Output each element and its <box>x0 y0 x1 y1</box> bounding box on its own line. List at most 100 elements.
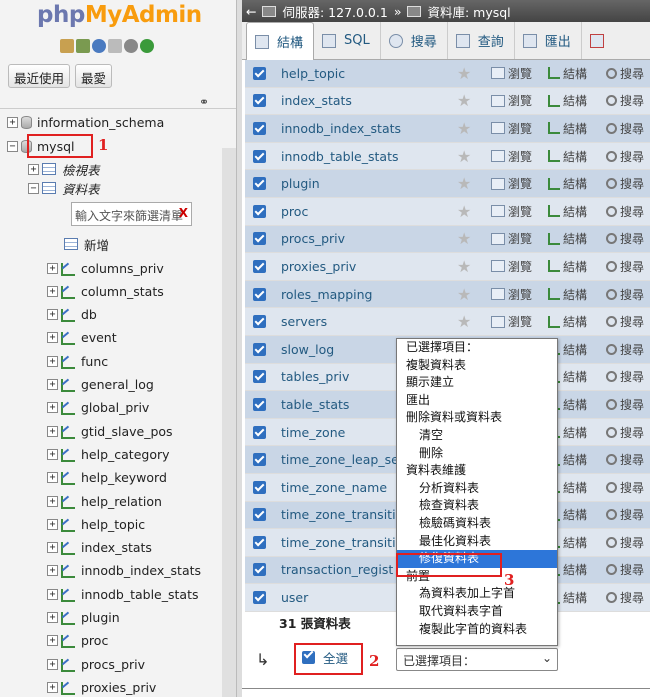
expand-icon[interactable]: + <box>47 285 58 297</box>
browse-action[interactable]: 瀏覽 <box>491 92 532 109</box>
sidebar-table-item[interactable]: + innodb_index_stats <box>47 560 201 582</box>
row-checkbox[interactable] <box>253 66 266 80</box>
structure-action[interactable]: 結構 <box>548 286 587 303</box>
search-action[interactable]: 搜尋 <box>606 65 644 82</box>
tables-label[interactable]: 資料表 <box>62 179 100 198</box>
expand-icon[interactable]: + <box>47 425 58 437</box>
favorite-star-icon[interactable]: ★ <box>457 174 471 193</box>
tab-search[interactable]: 搜尋 <box>381 22 448 59</box>
tab-sql[interactable]: SQL <box>314 22 381 59</box>
row-checkbox[interactable] <box>253 342 266 356</box>
reload-icon[interactable] <box>140 39 154 53</box>
search-action[interactable]: 搜尋 <box>606 451 644 468</box>
breadcrumb-database[interactable]: 資料庫: mysql <box>427 2 510 21</box>
structure-action[interactable]: 結構 <box>548 230 587 247</box>
table-name-link[interactable]: servers <box>281 314 327 329</box>
tab-query[interactable]: 查詢 <box>448 22 515 59</box>
expand-icon[interactable]: + <box>47 681 58 693</box>
search-action[interactable]: 搜尋 <box>606 286 644 303</box>
browse-action[interactable]: 瀏覽 <box>491 203 532 220</box>
search-action[interactable]: 搜尋 <box>606 148 644 165</box>
logout-icon[interactable] <box>76 39 90 53</box>
table-name[interactable]: proxies_priv <box>81 680 156 695</box>
sidebar-table-item[interactable]: + proxies_priv <box>47 676 156 697</box>
table-name[interactable]: help_category <box>81 447 170 462</box>
sidebar-table-item[interactable]: + index_stats <box>47 537 152 559</box>
row-checkbox[interactable] <box>253 453 266 467</box>
db-node-information-schema[interactable]: + information_schema <box>7 111 164 133</box>
dropdown-option[interactable]: 刪除 <box>397 445 557 463</box>
favorite-star-icon[interactable]: ★ <box>457 64 471 83</box>
expand-icon[interactable]: + <box>28 163 39 175</box>
table-name-link[interactable]: plugin <box>281 176 320 191</box>
search-action[interactable]: 搜尋 <box>606 341 644 358</box>
dropdown-option[interactable]: 顯示建立 <box>397 374 557 392</box>
home-icon[interactable] <box>60 39 74 53</box>
table-name-link[interactable]: slow_log <box>281 342 334 357</box>
row-checkbox[interactable] <box>253 204 266 218</box>
table-name-link[interactable]: time_zone_leap_se <box>281 452 399 467</box>
browse-action[interactable]: 瀏覽 <box>491 258 532 275</box>
search-action[interactable]: 搜尋 <box>606 203 644 220</box>
clear-filter-icon[interactable]: X <box>179 206 188 220</box>
expand-icon[interactable]: + <box>47 448 58 460</box>
table-name-link[interactable]: help_topic <box>281 66 345 81</box>
row-checkbox[interactable] <box>253 315 266 329</box>
expand-icon[interactable]: + <box>47 495 58 507</box>
table-name-link[interactable]: procs_priv <box>281 231 345 246</box>
help-icon[interactable] <box>92 39 106 53</box>
dropdown-option[interactable]: 資料表維護 <box>397 462 557 480</box>
expand-icon[interactable]: + <box>7 116 18 128</box>
sidebar-table-item[interactable]: + func <box>47 350 108 372</box>
dropdown-option[interactable]: 最佳化資料表 <box>397 533 557 551</box>
table-name-link[interactable]: innodb_index_stats <box>281 121 401 136</box>
favorite-star-icon[interactable]: ★ <box>457 119 471 138</box>
sidebar-table-item[interactable]: + procs_priv <box>47 653 145 675</box>
db-name[interactable]: information_schema <box>37 115 164 130</box>
favorite-star-icon[interactable]: ★ <box>457 257 471 276</box>
dropdown-option[interactable]: 取代資料表字首 <box>397 603 557 621</box>
favorite-star-icon[interactable]: ★ <box>457 202 471 221</box>
search-action[interactable]: 搜尋 <box>606 396 644 413</box>
table-name[interactable]: db <box>81 307 97 322</box>
favorites-button[interactable]: 最愛 <box>75 64 113 88</box>
expand-icon[interactable]: + <box>47 518 58 530</box>
row-checkbox[interactable] <box>253 177 266 191</box>
favorite-star-icon[interactable]: ★ <box>457 285 471 304</box>
settings-icon[interactable] <box>124 39 138 53</box>
expand-icon[interactable]: + <box>47 635 58 647</box>
table-name-link[interactable]: time_zone_transiti <box>281 535 396 550</box>
table-name[interactable]: func <box>81 354 108 369</box>
table-name-link[interactable]: time_zone_transiti <box>281 507 396 522</box>
new-label[interactable]: 新增 <box>84 235 109 254</box>
tables-node[interactable]: − 資料表 <box>28 177 100 199</box>
docs-icon[interactable] <box>108 39 122 53</box>
row-checkbox[interactable] <box>253 563 266 577</box>
expand-icon[interactable]: + <box>47 658 58 670</box>
row-checkbox[interactable] <box>253 121 266 135</box>
table-name[interactable]: innodb_index_stats <box>81 563 201 578</box>
expand-icon[interactable]: + <box>47 402 58 414</box>
collapse-icon[interactable]: − <box>28 182 39 194</box>
favorite-star-icon[interactable]: ★ <box>457 91 471 110</box>
dropdown-option[interactable]: 已選擇項目： <box>397 339 557 357</box>
phpmyadmin-logo[interactable]: phpMyAdmin <box>37 2 202 28</box>
structure-action[interactable]: 結構 <box>548 65 587 82</box>
sidebar-table-item[interactable]: + plugin <box>47 607 120 629</box>
browse-action[interactable]: 瀏覽 <box>491 148 532 165</box>
dropdown-option[interactable]: 分析資料表 <box>397 480 557 498</box>
table-name-link[interactable]: transaction_regist <box>281 562 393 577</box>
search-action[interactable]: 搜尋 <box>606 175 644 192</box>
dropdown-option[interactable]: 刪除資料或資料表 <box>397 409 557 427</box>
row-checkbox[interactable] <box>253 370 266 384</box>
search-action[interactable]: 搜尋 <box>606 506 644 523</box>
expand-icon[interactable]: + <box>47 262 58 274</box>
expand-icon[interactable]: + <box>47 565 58 577</box>
search-action[interactable]: 搜尋 <box>606 589 644 606</box>
table-name-link[interactable]: user <box>281 590 308 605</box>
browse-action[interactable]: 瀏覽 <box>491 65 532 82</box>
table-name-link[interactable]: proc <box>281 204 308 219</box>
search-action[interactable]: 搜尋 <box>606 561 644 578</box>
structure-action[interactable]: 結構 <box>548 148 587 165</box>
table-name[interactable]: global_priv <box>81 400 149 415</box>
